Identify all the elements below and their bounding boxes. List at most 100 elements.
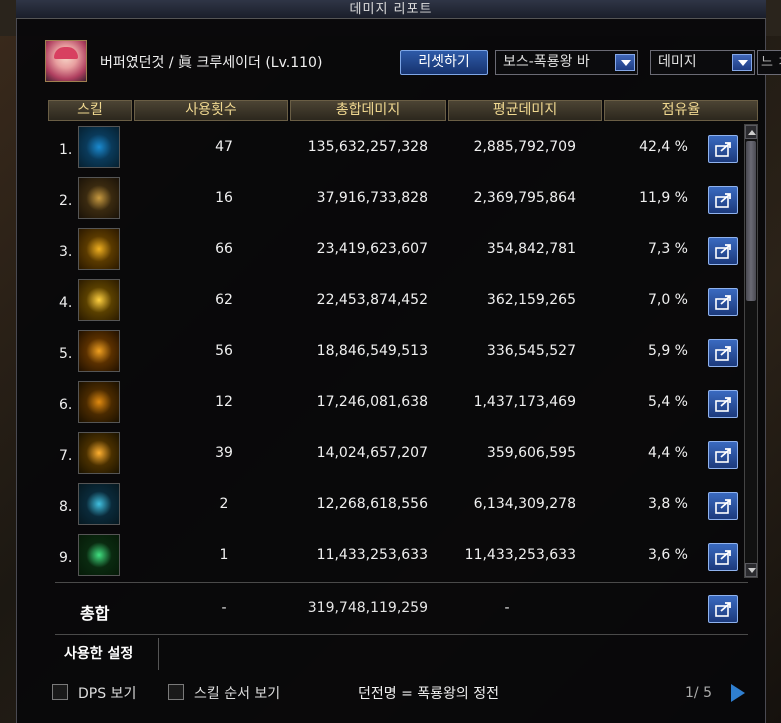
skill-order-checkbox[interactable] [168,684,184,700]
share-icon [715,142,731,157]
dps-view-label: DPS 보기 [78,686,137,702]
share-button[interactable] [708,288,738,316]
dungeon-name-info: 던전명 = 폭룡왕의 정전 [358,686,500,702]
share-button[interactable] [708,595,738,623]
dps-view-checkbox[interactable] [52,684,68,700]
next-page-icon[interactable] [731,684,745,702]
share-button[interactable] [708,543,738,571]
row-share: 3,6 % [647,547,688,563]
light-wall-skill-icon [78,330,120,372]
report-footer: DPS 보기 스킬 순서 보기 던전명 = 폭룡왕의 정전 1/ 5 [48,680,768,706]
col-total: 총합데미지 [290,100,446,121]
col-share: 점유율 [604,100,758,121]
dungeon-select[interactable]: 보스-폭룡왕 바 [495,50,638,75]
reset-button[interactable]: 리셋하기 [400,50,488,75]
row-rank: 9. [59,550,73,566]
table-row: 3. 66 23,419,623,607 354,842,781 7,3 % [48,226,748,276]
row-total: 14,024,657,207 [316,445,428,461]
window-title: 데미지 리포트 [16,0,766,19]
col-skill: 스킬 [48,100,132,121]
share-button[interactable] [708,492,738,520]
skill-table: 1. 47 135,632,257,328 2,885,792,709 42,4… [48,124,748,582]
row-average: 336,545,527 [486,343,576,359]
row-total: 17,246,081,638 [316,394,428,410]
row-average: 2,885,792,709 [473,139,576,155]
report-header: 버퍼였던것 / 眞 크루세이더 (Lv.110) 리셋하기 보스-폭룡왕 바 데… [45,40,781,82]
skill-order-label: 스킬 순서 보기 [194,686,281,702]
page-indicator: 1/ 5 [685,685,712,701]
table-row: 1. 47 135,632,257,328 2,885,792,709 42,4… [48,124,748,174]
row-total: 23,419,623,607 [316,241,428,257]
share-icon [715,448,731,463]
row-rank: 6. [59,397,73,413]
holy-seal-skill-icon [78,177,120,219]
share-button[interactable] [708,441,738,469]
row-uses: 2 [219,496,229,512]
total-row: 총합 - 319,748,119,259 - [48,585,760,631]
row-share: 3,8 % [647,496,688,512]
character-portrait [45,40,87,82]
share-button[interactable] [708,186,738,214]
tab-used-settings[interactable]: 사용한 설정 [56,638,159,670]
table-scrollbar[interactable] [744,124,758,578]
total-divider [55,582,748,583]
lightning-skill-icon [78,483,120,525]
row-share: 11,9 % [639,190,688,206]
row-total: 22,453,874,452 [316,292,428,308]
scroll-down-icon[interactable] [745,563,757,577]
scroll-thumb[interactable] [746,141,756,301]
metric-select-value: 데미지 [658,54,697,70]
row-average: 359,606,595 [486,445,576,461]
row-uses: 66 [215,241,233,257]
share-icon [715,499,731,514]
row-share: 42,4 % [639,139,688,155]
dungeon-select-value: 보스-폭룡왕 바 [503,54,590,70]
row-average: 362,159,265 [486,292,576,308]
smite-skill-icon [78,381,120,423]
row-rank: 7. [59,448,73,464]
row-share: 4,4 % [647,445,688,461]
radiant-burst-skill-icon [78,279,120,321]
row-total: 11,433,253,633 [316,547,428,563]
row-average: 6,134,309,278 [473,496,576,512]
share-button[interactable] [708,135,738,163]
share-button[interactable] [708,390,738,418]
col-average: 평균데미지 [448,100,602,121]
table-row: 8. 2 12,268,618,556 6,134,309,278 3,8 % [48,481,748,531]
total-label: 총합 [80,604,110,623]
row-uses: 12 [215,394,233,410]
row-rank: 3. [59,244,73,260]
table-row: 9. 1 11,433,253,633 11,433,253,633 3,6 % [48,532,748,582]
share-icon [715,397,731,412]
row-average: 11,433,253,633 [464,547,576,563]
table-row: 7. 39 14,024,657,207 359,606,595 4,4 % [48,430,748,480]
share-button[interactable] [708,339,738,367]
row-uses: 47 [215,139,233,155]
row-rank: 4. [59,295,73,311]
col-uses: 사용횟수 [134,100,288,121]
holy-cross-skill-icon [78,228,120,270]
chevron-down-icon[interactable] [732,54,752,71]
share-button[interactable] [708,237,738,265]
row-share: 5,9 % [647,343,688,359]
row-rank: 5. [59,346,73,362]
row-average: 2,369,795,864 [473,190,576,206]
table-row: 6. 12 17,246,081,638 1,437,173,469 5,4 % [48,379,748,429]
character-name: 버퍼였던것 / 眞 크루세이더 (Lv.110) [100,55,323,71]
metric-select[interactable]: 데미지 [650,50,755,75]
chevron-down-icon[interactable] [615,54,635,71]
extra-select[interactable]: 느 ㅈ [757,50,781,75]
green-burst-skill-icon [78,534,120,576]
row-uses: 1 [219,547,229,563]
column-headers: 스킬 사용횟수 총합데미지 평균데미지 점유율 [48,100,760,122]
row-rank: 1. [59,142,73,158]
row-total: 135,632,257,328 [307,139,428,155]
scroll-up-icon[interactable] [745,125,757,139]
total-average: - [504,600,510,616]
share-icon [715,602,731,617]
row-rank: 8. [59,499,73,515]
share-icon [715,295,731,310]
row-total: 18,846,549,513 [316,343,428,359]
table-row: 4. 62 22,453,874,452 362,159,265 7,0 % [48,277,748,327]
blessing-cog-skill-icon [78,432,120,474]
